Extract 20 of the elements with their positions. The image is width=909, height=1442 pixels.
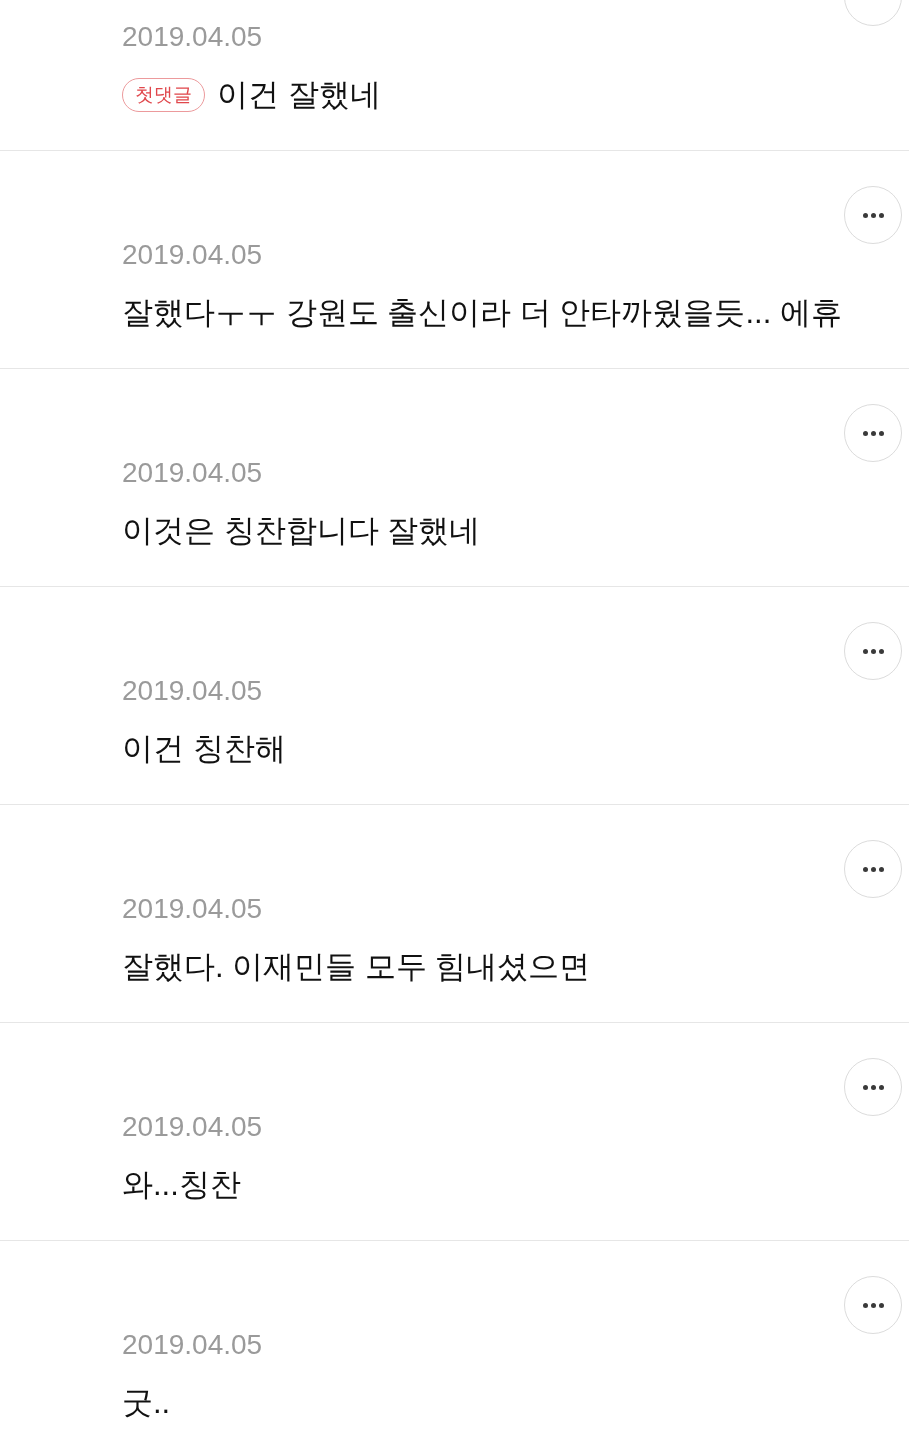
more-icon — [862, 1084, 884, 1090]
comment-text: 이것은 칭찬합니다 잘했네 — [122, 512, 481, 550]
comment-date: 2019.04.05 — [122, 892, 263, 926]
comment-date: 2019.04.05 — [122, 456, 263, 490]
comment-date: 2019.04.05 — [122, 674, 263, 708]
comment-date: 2019.04.05 — [122, 238, 263, 272]
more-icon — [862, 1302, 884, 1308]
comment-date: 2019.04.05 — [122, 1328, 263, 1362]
comment-text: 이건 잘했네 — [217, 76, 381, 114]
more-icon — [862, 866, 884, 872]
comment-text: 이건 칭찬해 — [122, 730, 286, 768]
more-icon — [862, 212, 884, 218]
comment-text: 잘했다. 이재민들 모두 힘내셨으면 — [122, 948, 591, 986]
comment-date: 2019.04.05 — [122, 1110, 263, 1144]
comment-text: 와...칭찬 — [122, 1166, 241, 1204]
comment-text: 굿.. — [122, 1384, 171, 1422]
more-icon — [862, 430, 884, 436]
comment-text: 잘했다ㅜㅜ 강원도 출신이라 더 안타까웠을듯... 에휴 — [122, 294, 842, 332]
more-icon — [862, 648, 884, 654]
comment-date: 2019.04.05 — [122, 20, 263, 54]
